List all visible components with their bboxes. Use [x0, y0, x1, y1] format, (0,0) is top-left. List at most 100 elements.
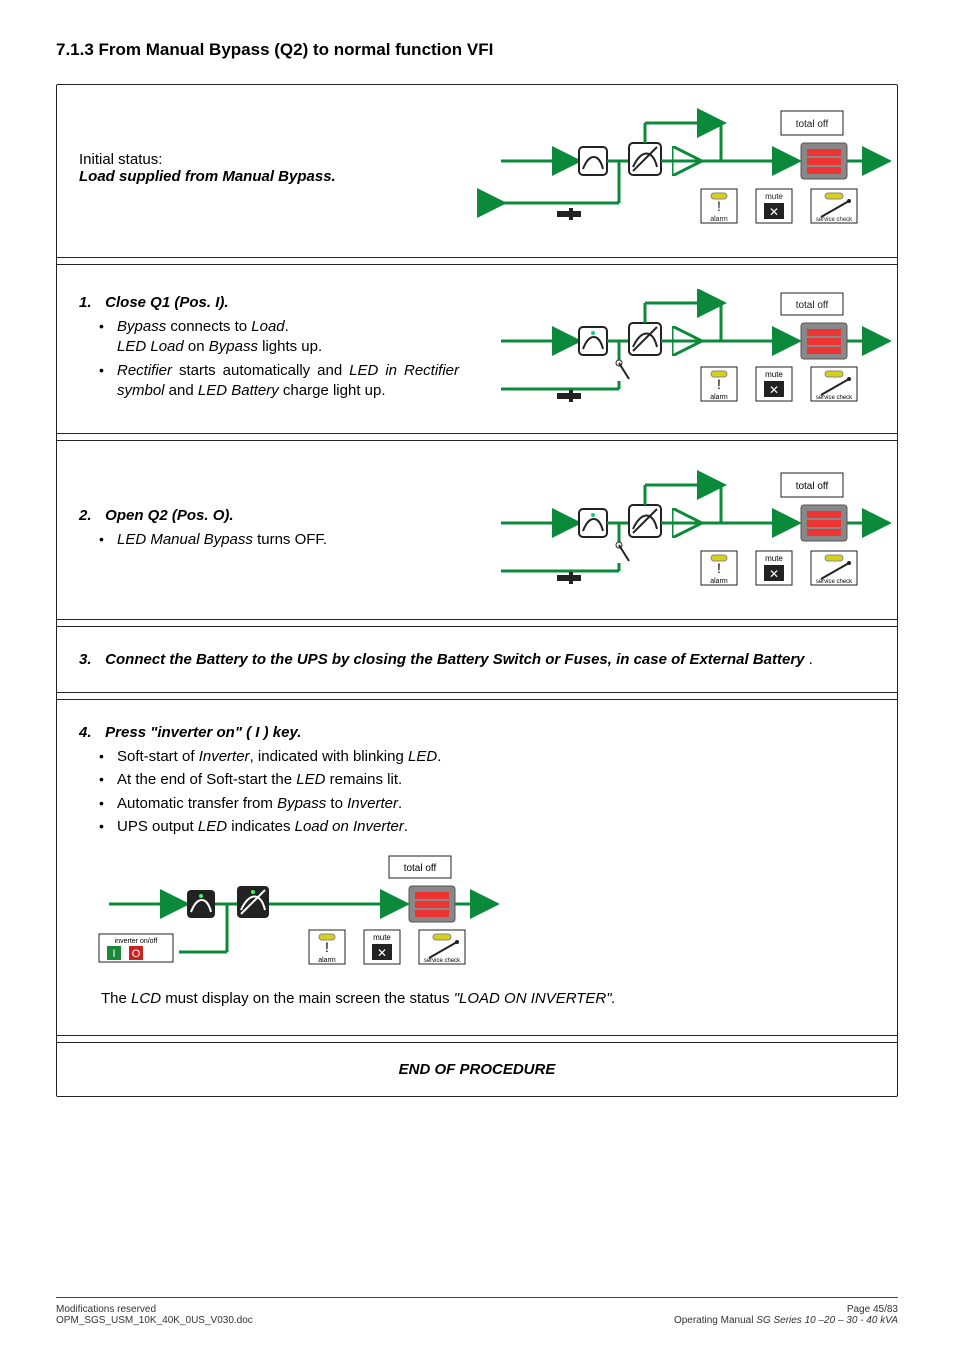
text: . [404, 818, 408, 835]
step-3-text: 3. Connect the Battery to the UPS by clo… [79, 651, 879, 668]
text: At the end of Soft-start the [117, 771, 296, 788]
section-heading: 7.1.3 From Manual Bypass (Q2) to normal … [56, 40, 898, 60]
step-4-title: Press "inverter on" ( I ) key. [105, 724, 301, 741]
footer-left-1: Modifications reserved [56, 1304, 253, 1315]
text: . [805, 651, 813, 668]
svg-text:✕: ✕ [769, 383, 779, 397]
text: starts automatically and [172, 362, 349, 379]
mute-label: mute [765, 192, 783, 201]
svg-text:✕: ✕ [377, 946, 387, 960]
list-item: Soft-start of Inverter, indicated with b… [103, 747, 459, 767]
italic-text: Load on Inverter [295, 818, 404, 835]
service-check-label: service check [816, 579, 853, 585]
step-3-title: Connect the Battery to the UPS by closin… [105, 651, 804, 668]
step-2-title: Open Q2 (Pos. O). [105, 507, 233, 524]
text: . [398, 795, 402, 812]
list-item: Bypass connects to Load. LED Load on Byp… [103, 317, 459, 358]
step-2-diagram: total off [471, 465, 891, 595]
step-1-row: 1. Close Q1 (Pos. I). Bypass connects to… [57, 271, 897, 427]
procedure-box: Initial status: Load supplied from Manua… [56, 84, 898, 1097]
mute-label: mute [765, 554, 783, 563]
total-off-label: total off [796, 300, 829, 311]
italic-text: LED Battery [198, 382, 279, 399]
list-item: UPS output LED indicates Load on Inverte… [103, 817, 459, 837]
step-3-num: 3. [79, 651, 101, 668]
text: connects to [166, 318, 251, 335]
svg-text:I: I [112, 948, 115, 960]
step-4-num: 4. [79, 724, 101, 741]
total-off-label: total off [404, 863, 437, 874]
alarm-label: alarm [710, 394, 728, 401]
svg-text:✕: ✕ [769, 205, 779, 219]
list-item: LED Manual Bypass turns OFF. [103, 530, 459, 550]
alarm-label: alarm [710, 216, 728, 223]
step-2-row: 2. Open Q2 (Pos. O). LED Manual Bypass t… [57, 447, 897, 613]
italic-text: Bypass [277, 795, 326, 812]
italic-text: LED [408, 748, 437, 765]
italic-text: Bypass [117, 318, 166, 335]
initial-diagram: total off [471, 103, 891, 233]
list-item: Rectifier starts automatically and LED i… [103, 361, 459, 402]
text: Soft-start of [117, 748, 199, 765]
service-check-label: service check [816, 217, 853, 223]
mute-label: mute [765, 370, 783, 379]
italic-text: SG Series 10 –20 – 30 - 40 kVA [756, 1315, 898, 1326]
step-4-row: 4. Press "inverter on" ( I ) key. Soft-s… [57, 706, 897, 1025]
total-off-label: total off [796, 481, 829, 492]
text: turns OFF. [253, 531, 327, 548]
text: on [184, 338, 209, 355]
step-4-note: The LCD must display on the main screen … [79, 990, 879, 1007]
step-4-text: 4. Press "inverter on" ( I ) key. Soft-s… [79, 724, 459, 840]
service-check-label: service check [424, 958, 461, 964]
step-1-num: 1. [79, 294, 101, 311]
text: Automatic transfer from [117, 795, 277, 812]
italic-text: LCD [131, 990, 161, 1007]
italic-text: Load [251, 318, 284, 335]
italic-text: Inverter [347, 795, 398, 812]
alarm-label: alarm [318, 957, 336, 964]
italic-text: LED Manual Bypass [117, 531, 253, 548]
footer-left-2: OPM_SGS_USM_10K_40K_0US_V030.doc [56, 1315, 253, 1326]
step-2-num: 2. [79, 507, 101, 524]
end-of-procedure: END OF PROCEDURE [57, 1042, 897, 1096]
step-4-diagram: total off [79, 852, 879, 972]
footer-right-2: Operating Manual SG Series 10 –20 – 30 -… [674, 1315, 898, 1326]
italic-text: "LOAD ON INVERTER". [454, 990, 616, 1007]
total-off-label: total off [796, 119, 829, 130]
page-footer: Modifications reserved OPM_SGS_USM_10K_4… [56, 1297, 898, 1326]
step-1-diagram: total off [471, 289, 891, 409]
italic-text: LED Load [117, 338, 184, 355]
initial-status-row: Initial status: Load supplied from Manua… [57, 85, 897, 251]
svg-text:!: ! [717, 198, 721, 214]
text: indicates [227, 818, 295, 835]
step-1-title: Close Q1 (Pos. I). [105, 294, 228, 311]
italic-text: LED [198, 818, 227, 835]
text: . [437, 748, 441, 765]
alarm-label: alarm [710, 578, 728, 585]
text: The [101, 990, 131, 1007]
text: and [165, 382, 198, 399]
list-item: Automatic transfer from Bypass to Invert… [103, 794, 459, 814]
mute-label: mute [373, 933, 391, 942]
initial-line1: Initial status: [79, 151, 459, 168]
footer-right-1: Page 45/83 [674, 1304, 898, 1315]
list-item: At the end of Soft-start the LED remains… [103, 770, 459, 790]
svg-text:!: ! [717, 376, 721, 392]
text: to [326, 795, 347, 812]
svg-text:!: ! [325, 939, 329, 955]
italic-text: Inverter [199, 748, 250, 765]
text: , indicated with blinking [250, 748, 408, 765]
inverter-onoff-label: inverter on/off [115, 938, 158, 945]
text: remains lit. [325, 771, 402, 788]
initial-status-text: Initial status: Load supplied from Manua… [79, 151, 459, 185]
italic-text: LED [296, 771, 325, 788]
service-check-label: service check [816, 395, 853, 401]
svg-text:O: O [132, 948, 141, 960]
text: lights up. [258, 338, 322, 355]
text: must display on the main screen the stat… [161, 990, 454, 1007]
text: Operating Manual [674, 1315, 756, 1326]
text: UPS output [117, 818, 198, 835]
initial-line2: Load supplied from Manual Bypass. [79, 168, 459, 185]
step-1-text: 1. Close Q1 (Pos. I). Bypass connects to… [79, 294, 459, 404]
step-3-row: 3. Connect the Battery to the UPS by clo… [57, 633, 897, 686]
